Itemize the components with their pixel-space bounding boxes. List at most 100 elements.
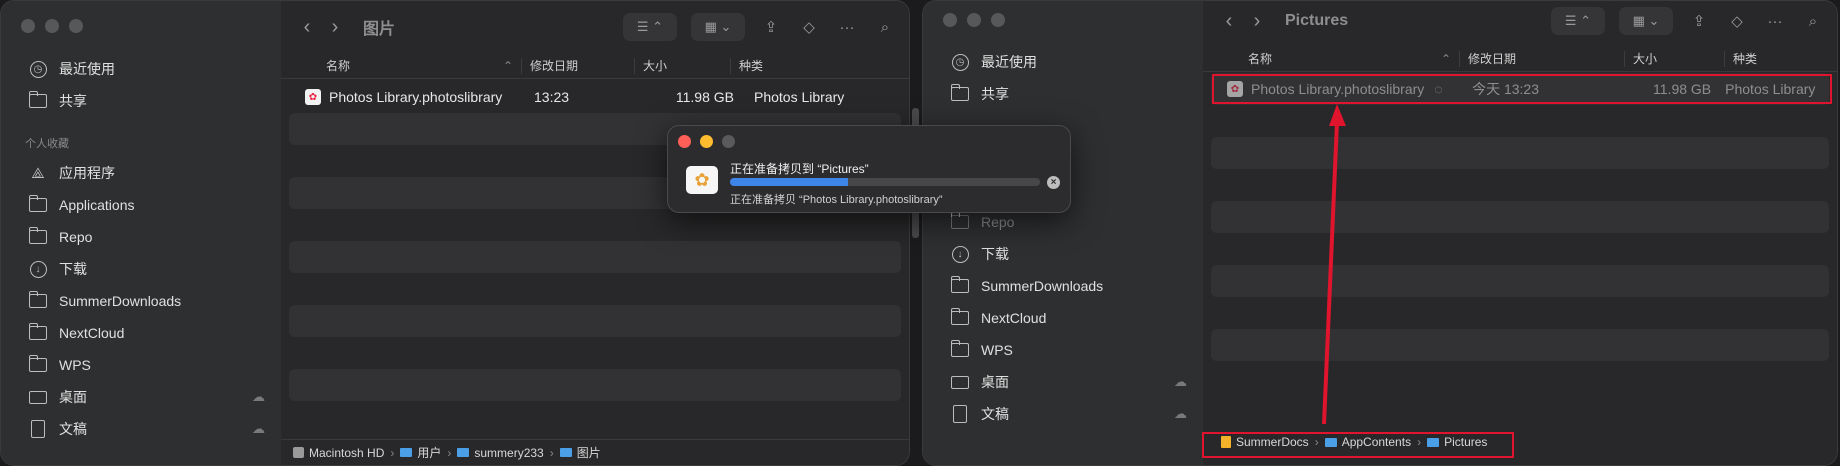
sidebar-item-label: 应用程序: [59, 165, 115, 181]
sidebar-item-applications-cn[interactable]: ⟁ 应用程序: [1, 157, 281, 189]
chevron-right-icon: ›: [447, 445, 452, 460]
forward-icon[interactable]: ›: [321, 16, 349, 39]
sidebar-item-recents[interactable]: ◷ 最近使用: [1, 53, 281, 85]
column-date[interactable]: 修改日期: [1459, 50, 1624, 67]
path-segment[interactable]: 图片: [577, 444, 601, 461]
column-kind[interactable]: 种类: [730, 57, 900, 74]
dialog-minimize-button[interactable]: [700, 135, 713, 148]
tag-icon[interactable]: ◇: [1725, 12, 1749, 30]
back-icon[interactable]: ‹: [293, 16, 321, 39]
progress-fill: [730, 178, 848, 186]
file-date: 13:23: [534, 89, 570, 105]
folder-icon: [28, 323, 47, 340]
download-icon: ↓: [29, 260, 47, 278]
highlight-box-path-bar: [1202, 432, 1514, 458]
more-icon[interactable]: ···: [835, 19, 859, 36]
search-icon[interactable]: ⌕: [1801, 13, 1825, 30]
minimize-button[interactable]: [967, 13, 981, 27]
minimize-button[interactable]: [45, 19, 59, 33]
column-name[interactable]: 名称 ⌃: [1203, 51, 1459, 67]
sidebar-item-repo[interactable]: Repo: [1, 221, 281, 253]
sidebar-item-desktop[interactable]: 桌面 ☁: [923, 366, 1203, 398]
path-bar: Macintosh HD › 用户 › summery233 › 图片: [281, 439, 909, 465]
table-row[interactable]: ✿ Photos Library.photoslibrary 13:23 11.…: [289, 81, 901, 113]
sidebar-item-downloads[interactable]: ↓ 下载: [1, 253, 281, 285]
sidebar-item-shared[interactable]: 共享: [923, 78, 1203, 110]
zoom-button[interactable]: [69, 19, 83, 33]
sidebar-item-wps[interactable]: WPS: [923, 334, 1203, 366]
group-icon[interactable]: ▦ ⌄: [691, 13, 745, 41]
dialog-window-controls: [678, 135, 735, 148]
tag-icon[interactable]: ◇: [797, 18, 821, 36]
share-icon[interactable]: ⇪: [1687, 12, 1711, 30]
sidebar-item-label: SummerDownloads: [981, 278, 1104, 294]
empty-row: [1211, 137, 1829, 169]
sidebar-item-nextcloud[interactable]: NextCloud: [1, 317, 281, 349]
dialog-zoom-button[interactable]: [722, 135, 735, 148]
sidebar-item-label: 桌面: [981, 374, 1009, 390]
empty-row: [1211, 201, 1829, 233]
file-list: ✿ Photos Library.photoslibrary ◌ 今天 13:2…: [1211, 73, 1829, 393]
sidebar-item-label: 最近使用: [59, 61, 115, 77]
sidebar-item-label: 下载: [981, 246, 1009, 262]
column-date[interactable]: 修改日期: [521, 57, 634, 74]
sidebar-item-label: 共享: [59, 93, 87, 109]
path-segment[interactable]: 用户: [417, 444, 441, 461]
folder-icon: [559, 448, 572, 457]
document-icon: [31, 420, 45, 438]
sidebar-item-label: NextCloud: [59, 325, 125, 341]
sidebar-item-nextcloud[interactable]: NextCloud: [923, 302, 1203, 334]
sidebar-item-label: Applications: [59, 197, 135, 213]
folder-icon: [950, 276, 969, 293]
file-browser: ‹ › Pictures ☰ ⌃ ▦ ⌄ ⇪ ◇ ··· ⌕ 名称 ⌃ 修改日期 …: [1203, 1, 1837, 465]
forward-icon[interactable]: ›: [1243, 10, 1271, 33]
sidebar-item-downloads[interactable]: ↓ 下载: [923, 238, 1203, 270]
close-button[interactable]: [943, 13, 957, 27]
view-list-icon[interactable]: ☰ ⌃: [1551, 7, 1605, 35]
column-size[interactable]: 大小: [634, 57, 730, 74]
cancel-copy-icon[interactable]: ×: [1047, 176, 1060, 189]
dialog-subtitle: 正在准备拷贝 “Photos Library.photoslibrary”: [730, 194, 943, 206]
sidebar-item-applications[interactable]: Applications: [1, 189, 281, 221]
zoom-button[interactable]: [991, 13, 1005, 27]
folder-icon: [28, 291, 47, 308]
group-icon[interactable]: ▦ ⌄: [1619, 7, 1673, 35]
clock-icon: ◷: [29, 60, 47, 78]
sidebar-item-wps[interactable]: WPS: [1, 349, 281, 381]
empty-row: [1211, 329, 1829, 361]
column-size[interactable]: 大小: [1624, 50, 1724, 67]
sidebar-item-recents[interactable]: ◷ 最近使用: [923, 46, 1203, 78]
sidebar-item-label: WPS: [981, 342, 1013, 358]
sidebar-item-shared[interactable]: 共享: [1, 85, 281, 117]
sidebar-item-desktop[interactable]: 桌面 ☁: [1, 381, 281, 413]
view-list-icon[interactable]: ☰ ⌃: [623, 13, 677, 41]
folder-icon: [400, 448, 413, 457]
column-header: 名称 ⌃ 修改日期 大小 种类: [1203, 46, 1837, 72]
search-icon[interactable]: ⌕: [873, 19, 897, 36]
more-icon[interactable]: ···: [1763, 13, 1787, 30]
sidebar-item-summerdownloads[interactable]: SummerDownloads: [1, 285, 281, 317]
dialog-close-button[interactable]: [678, 135, 691, 148]
icloud-icon: ☁: [252, 421, 265, 436]
folder-icon: [950, 212, 969, 229]
icloud-icon: ☁: [252, 389, 265, 404]
path-segment[interactable]: summery233: [474, 446, 543, 460]
sidebar-item-label: 共享: [981, 86, 1009, 102]
sidebar-item-documents[interactable]: 文稿 ☁: [1, 413, 281, 445]
folder-icon: [28, 195, 47, 212]
window-title: 图片: [363, 21, 396, 38]
sidebar-item-documents[interactable]: 文稿 ☁: [923, 398, 1203, 430]
column-name[interactable]: 名称 ⌃: [281, 58, 521, 74]
back-icon[interactable]: ‹: [1215, 10, 1243, 33]
column-kind[interactable]: 种类: [1724, 50, 1834, 67]
path-segment[interactable]: Macintosh HD: [309, 446, 384, 460]
share-icon[interactable]: ⇪: [759, 18, 783, 36]
close-button[interactable]: [21, 19, 35, 33]
sidebar-item-label: Repo: [59, 229, 93, 245]
photos-app-icon: ✿: [686, 166, 718, 194]
clock-icon: ◷: [951, 53, 969, 71]
sidebar-item-label: NextCloud: [981, 310, 1047, 326]
chevron-right-icon: ›: [390, 445, 395, 460]
sidebar-item-summerdownloads[interactable]: SummerDownloads: [923, 270, 1203, 302]
window-controls: [21, 19, 83, 33]
